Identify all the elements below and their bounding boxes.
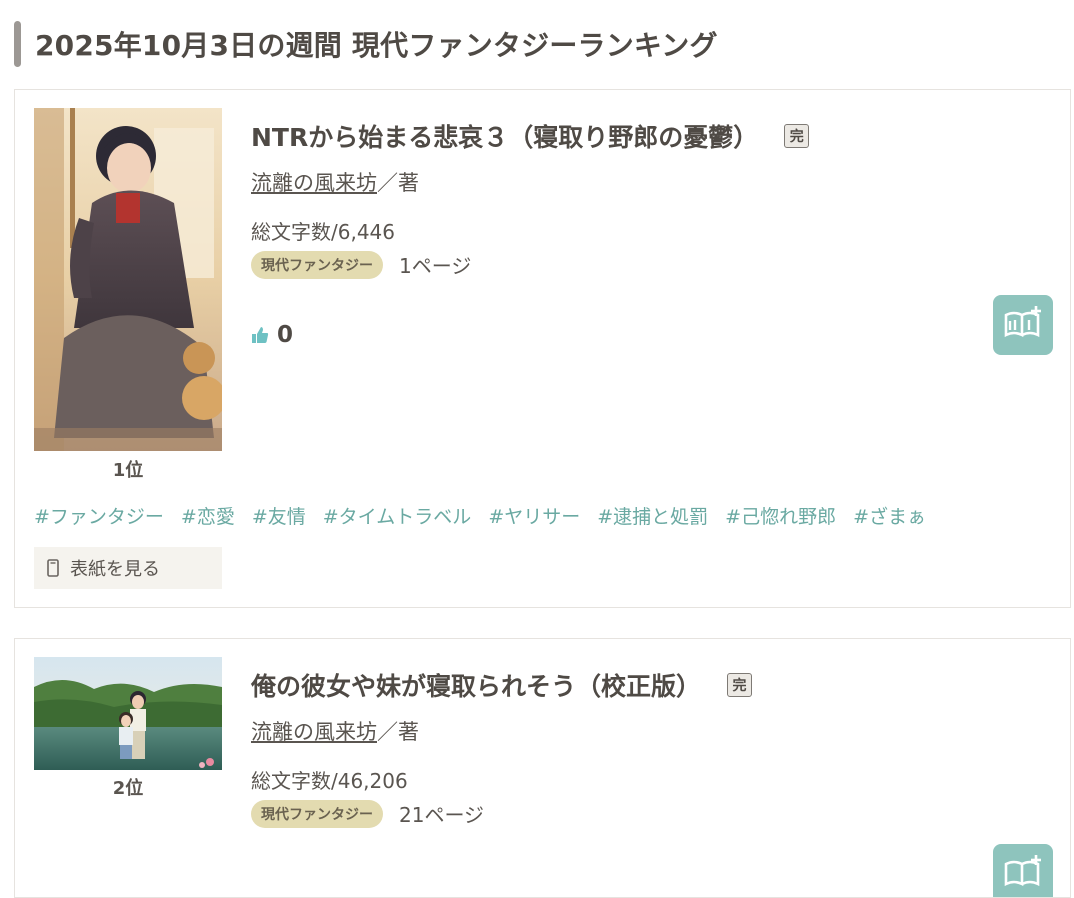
genre-row: 現代ファンタジー 21ページ xyxy=(251,799,484,828)
book-title[interactable]: 俺の彼女や妹が寝取られそう（校正版） xyxy=(251,667,701,703)
tag-link[interactable]: #友情 xyxy=(252,502,306,529)
book-cover-image[interactable] xyxy=(34,657,222,770)
tag-list: #ファンタジー #恋愛 #友情 #タイムトラベル #ヤリサー #逮捕と処罰 #己… xyxy=(34,502,943,529)
tag-link[interactable]: #タイムトラベル xyxy=(323,502,472,529)
heading-accent-bar xyxy=(14,21,21,67)
page-count: 21ページ xyxy=(399,803,485,827)
ranking-entry: 2位 俺の彼女や妹が寝取られそう（校正版） 完 流離の風来坊／著 総文字数/46… xyxy=(14,638,1071,898)
author-row: 流離の風来坊／著 xyxy=(251,167,419,197)
genre-tag[interactable]: 現代ファンタジー xyxy=(251,799,383,828)
add-to-bookshelf-button[interactable] xyxy=(993,295,1053,355)
author-suffix: ／著 xyxy=(377,720,419,744)
author-suffix: ／著 xyxy=(377,171,419,195)
character-count: 総文字数/46,206 xyxy=(251,769,408,793)
title-row: 俺の彼女や妹が寝取られそう（校正版） 完 xyxy=(251,667,753,703)
tag-link[interactable]: #己惚れ野郎 xyxy=(725,502,836,529)
add-to-bookshelf-button[interactable] xyxy=(993,844,1053,897)
author-link[interactable]: 流離の風来坊 xyxy=(251,171,377,195)
likes: 0 xyxy=(251,322,293,348)
view-cover-label: 表紙を見る xyxy=(70,559,160,580)
like-count: 0 xyxy=(277,322,294,348)
tag-link[interactable]: #逮捕と処罰 xyxy=(597,502,708,529)
thumbs-up-icon xyxy=(251,326,269,344)
view-cover-button[interactable]: 表紙を見る xyxy=(34,547,222,589)
complete-badge: 完 xyxy=(727,673,753,697)
book-cover-image[interactable] xyxy=(34,108,222,451)
character-count: 総文字数/6,446 xyxy=(251,220,395,244)
tag-link[interactable]: #ヤリサー xyxy=(488,502,580,529)
genre-tag[interactable]: 現代ファンタジー xyxy=(251,250,383,279)
book-title[interactable]: NTRから始まる悲哀３（寝取り野郎の憂鬱） xyxy=(251,118,758,154)
author-link[interactable]: 流離の風来坊 xyxy=(251,720,377,744)
author-row: 流離の風来坊／著 xyxy=(251,716,419,746)
ranking-entry: 1位 NTRから始まる悲哀３（寝取り野郎の憂鬱） 完 流離の風来坊／著 総文字数… xyxy=(14,89,1071,608)
page-count: 1ページ xyxy=(399,254,472,278)
tag-link[interactable]: #ざまぁ xyxy=(853,502,926,529)
rank-label: 1位 xyxy=(112,460,144,481)
tag-link[interactable]: #ファンタジー xyxy=(34,502,164,529)
rank-label: 2位 xyxy=(112,778,144,799)
complete-badge: 完 xyxy=(784,124,810,148)
page-heading: 2025年10月3日の週間 現代ファンタジーランキング xyxy=(14,21,1074,67)
page-title: 2025年10月3日の週間 現代ファンタジーランキング xyxy=(35,29,718,62)
add-bookshelf-icon xyxy=(1003,854,1043,894)
add-bookshelf-icon xyxy=(1003,305,1043,345)
tag-link[interactable]: #恋愛 xyxy=(181,502,235,529)
document-icon xyxy=(47,559,59,577)
genre-row: 現代ファンタジー 1ページ xyxy=(251,250,471,279)
title-row: NTRから始まる悲哀３（寝取り野郎の憂鬱） 完 xyxy=(251,118,810,154)
